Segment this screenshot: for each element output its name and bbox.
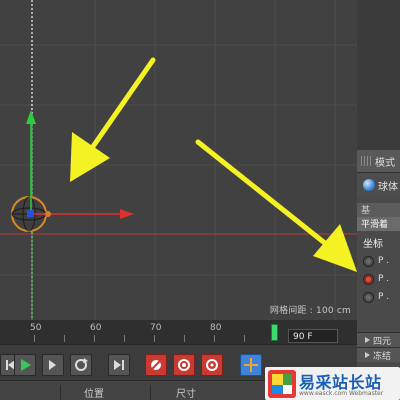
keyframe-active-radio-icon[interactable] [363,273,374,285]
expand-triangle-icon[interactable] [365,352,370,358]
ruler-tick [244,335,245,342]
ruler-tick [64,335,65,342]
attributes-panel: 模式 球体 基 平滑着 坐标 P . P . P . 四元 冻结 [357,150,400,400]
tab-basic[interactable]: 基 [357,203,400,217]
tick-label: 80 [210,323,222,333]
z-axis-handle[interactable] [27,210,34,217]
tick-label: 50 [30,323,42,333]
loop-button[interactable] [70,354,92,376]
frame-ruler[interactable]: 50 60 70 80 [0,320,282,344]
ruler-tick [124,335,125,342]
perspective-viewport[interactable]: 网格间距 : 100 cm [0,0,357,320]
object-name: 球体 [378,181,398,193]
ruler-tick [184,335,185,342]
keyframe-radio-icon[interactable] [363,291,374,303]
attributes-header[interactable]: 模式 [357,150,400,173]
next-frame-button[interactable] [42,354,64,376]
watermark-subtext: www.easck.com Webmaster [299,390,384,397]
tab-phong[interactable]: 平滑着 [357,217,400,231]
move-position-key-button[interactable] [240,354,262,376]
param-row-position-active[interactable]: P . [357,270,400,288]
expand-triangle-icon[interactable] [365,337,370,343]
divider [150,385,151,400]
ruler-tick [154,335,155,342]
record-active-objects-button[interactable] [145,354,167,376]
param-row-position-3[interactable]: P . [357,288,400,306]
move-handle-icon[interactable] [45,211,51,217]
mode-menu[interactable]: 模式 [375,154,395,169]
ruler-tick [94,335,95,342]
go-to-end-button[interactable] [108,354,130,376]
playhead-marker[interactable] [271,324,278,341]
freeze-group[interactable]: 冻结 [357,347,400,362]
param-label: P . [378,274,390,284]
auto-key-button[interactable] [173,354,195,376]
ruler-tick [214,335,215,342]
y-axis-arrow-icon[interactable] [26,110,36,124]
site-watermark: 易采站长站 www.easck.com Webmaster [265,367,400,400]
tick-label: 60 [90,323,102,333]
play-button[interactable] [14,354,36,376]
ruler-tick [34,335,35,342]
x-axis-arrow-icon[interactable] [120,209,134,219]
cinema4d-window: 网格间距 : 100 cm 模式 球体 基 平滑着 坐标 P . P . P .… [0,0,400,400]
size-column-label: 尺寸 [176,389,196,400]
divider [60,385,61,400]
annotation-arrow-2 [195,139,357,272]
viewport-canvas [0,0,357,320]
param-row-position[interactable]: P . [357,252,400,270]
coordinates-section-title: 坐标 [363,239,383,250]
keyframe-selection-button[interactable] [201,354,223,376]
param-label: P . [378,256,390,266]
quaternion-group[interactable]: 四元 [357,332,400,347]
watermark-logo-icon [268,370,296,398]
object-row[interactable]: 球体 [357,173,400,197]
grid-spacing-label: 网格间距 : 100 cm [269,306,351,316]
end-frame-field[interactable]: 90 F [288,329,338,343]
quaternion-label: 四元 [373,336,392,347]
tick-label: 70 [150,323,162,333]
annotation-arrow-1 [70,57,156,182]
keyframe-radio-icon[interactable] [363,255,374,267]
param-label: P . [378,292,390,302]
freeze-label: 冻结 [373,351,392,362]
position-column-label: 位置 [84,389,104,400]
grip-icon[interactable] [361,156,371,166]
sphere-icon [363,179,375,191]
